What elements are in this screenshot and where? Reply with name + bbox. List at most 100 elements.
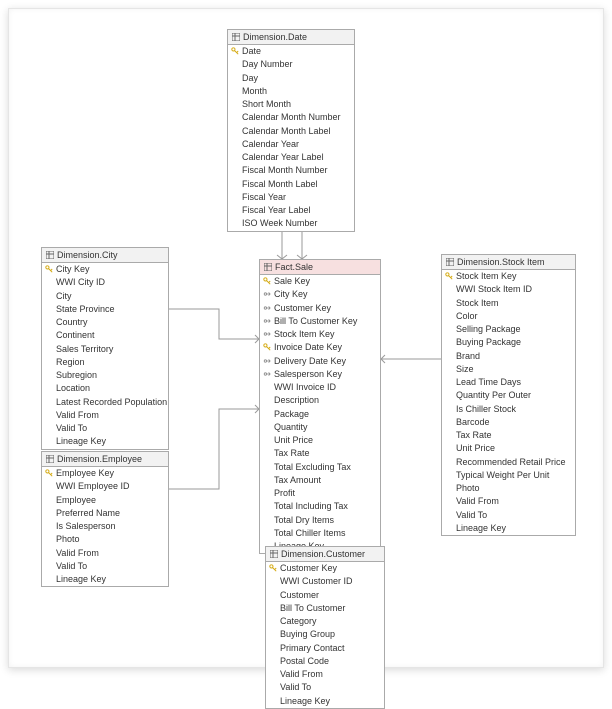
table-column[interactable]: Calendar Month Number [228, 111, 354, 124]
table-column[interactable]: Barcode [442, 416, 575, 429]
table-column[interactable]: Tax Rate [260, 447, 380, 460]
table-column[interactable]: Employee [42, 494, 168, 507]
table-column[interactable]: Typical Weight Per Unit [442, 469, 575, 482]
table-column[interactable]: Description [260, 394, 380, 407]
table-column[interactable]: Unit Price [260, 434, 380, 447]
table-column[interactable]: WWI Customer ID [266, 575, 384, 588]
table-column[interactable]: Calendar Month Label [228, 125, 354, 138]
table-column[interactable]: Valid To [442, 509, 575, 522]
table-column[interactable]: Package [260, 408, 380, 421]
table-column[interactable]: Region [42, 356, 168, 369]
table-column[interactable]: Valid From [442, 495, 575, 508]
table-column[interactable]: Valid To [42, 560, 168, 573]
diagram-canvas[interactable]: Dimension.Date DateDay NumberDayMonthSho… [8, 8, 604, 668]
table-column[interactable]: Is Salesperson [42, 520, 168, 533]
entity-dimension-customer[interactable]: Dimension.Customer Customer KeyWWI Custo… [265, 546, 385, 709]
table-column[interactable]: Month [228, 85, 354, 98]
table-column[interactable]: WWI Employee ID [42, 480, 168, 493]
table-column[interactable]: Fiscal Year Label [228, 204, 354, 217]
table-column[interactable]: Fiscal Month Label [228, 178, 354, 191]
table-column[interactable]: Day [228, 72, 354, 85]
table-column[interactable]: Selling Package [442, 323, 575, 336]
table-column[interactable]: Valid To [42, 422, 168, 435]
table-column[interactable]: Recommended Retail Price [442, 456, 575, 469]
table-column[interactable]: Continent [42, 329, 168, 342]
table-column[interactable]: Total Dry Items [260, 514, 380, 527]
table-column[interactable]: Lead Time Days [442, 376, 575, 389]
entity-dimension-city[interactable]: Dimension.City City KeyWWI City IDCitySt… [41, 247, 169, 450]
table-column[interactable]: Brand [442, 350, 575, 363]
table-column[interactable]: Valid From [42, 409, 168, 422]
table-column[interactable]: City [42, 290, 168, 303]
table-column[interactable]: Country [42, 316, 168, 329]
table-column[interactable]: Color [442, 310, 575, 323]
table-column[interactable]: Invoice Date Key [260, 341, 380, 354]
entity-header[interactable]: Dimension.Customer [266, 547, 384, 562]
table-column[interactable]: Quantity [260, 421, 380, 434]
table-column[interactable]: WWI Invoice ID [260, 381, 380, 394]
table-column[interactable]: Bill To Customer [266, 602, 384, 615]
entity-header[interactable]: Dimension.Date [228, 30, 354, 45]
table-column[interactable]: Total Chiller Items [260, 527, 380, 540]
table-column[interactable]: Stock Item Key [442, 270, 575, 283]
table-column[interactable]: Calendar Year [228, 138, 354, 151]
table-column[interactable]: Unit Price [442, 442, 575, 455]
table-column[interactable]: Is Chiller Stock [442, 403, 575, 416]
table-column[interactable]: ISO Week Number [228, 217, 354, 230]
entity-header[interactable]: Dimension.Stock Item [442, 255, 575, 270]
table-column[interactable]: Customer [266, 589, 384, 602]
entity-fact-sale[interactable]: Fact.Sale Sale KeyCity KeyCustomer KeyBi… [259, 259, 381, 554]
table-column[interactable]: Size [442, 363, 575, 376]
table-column[interactable]: Fiscal Year [228, 191, 354, 204]
table-column[interactable]: Salesperson Key [260, 368, 380, 381]
entity-header[interactable]: Fact.Sale [260, 260, 380, 275]
table-column[interactable]: Valid To [266, 681, 384, 694]
table-column[interactable]: City Key [260, 288, 380, 301]
entity-header[interactable]: Dimension.Employee [42, 452, 168, 467]
table-column[interactable]: Employee Key [42, 467, 168, 480]
table-column[interactable]: Valid From [266, 668, 384, 681]
table-column[interactable]: Delivery Date Key [260, 355, 380, 368]
table-column[interactable]: Category [266, 615, 384, 628]
entity-dimension-employee[interactable]: Dimension.Employee Employee KeyWWI Emplo… [41, 451, 169, 587]
table-column[interactable]: Buying Group [266, 628, 384, 641]
table-column[interactable]: Sale Key [260, 275, 380, 288]
table-column[interactable]: Stock Item Key [260, 328, 380, 341]
table-column[interactable]: Total Excluding Tax [260, 461, 380, 474]
table-column[interactable]: Buying Package [442, 336, 575, 349]
table-column[interactable]: Subregion [42, 369, 168, 382]
table-column[interactable]: Valid From [42, 547, 168, 560]
table-column[interactable]: Latest Recorded Population [42, 396, 168, 409]
table-column[interactable]: Tax Amount [260, 474, 380, 487]
table-column[interactable]: Customer Key [266, 562, 384, 575]
table-column[interactable]: Photo [442, 482, 575, 495]
table-column[interactable]: WWI Stock Item ID [442, 283, 575, 296]
table-column[interactable]: State Province [42, 303, 168, 316]
table-column[interactable]: Lineage Key [42, 573, 168, 586]
table-column[interactable]: City Key [42, 263, 168, 276]
table-column[interactable]: Profit [260, 487, 380, 500]
table-column[interactable]: Lineage Key [442, 522, 575, 535]
table-column[interactable]: Short Month [228, 98, 354, 111]
table-column[interactable]: Day Number [228, 58, 354, 71]
table-column[interactable]: Fiscal Month Number [228, 164, 354, 177]
table-column[interactable]: Location [42, 382, 168, 395]
table-column[interactable]: Lineage Key [42, 435, 168, 448]
entity-header[interactable]: Dimension.City [42, 248, 168, 263]
table-column[interactable]: Primary Contact [266, 642, 384, 655]
table-column[interactable]: Calendar Year Label [228, 151, 354, 164]
table-column[interactable]: Postal Code [266, 655, 384, 668]
table-column[interactable]: Lineage Key [266, 695, 384, 708]
table-column[interactable]: Bill To Customer Key [260, 315, 380, 328]
table-column[interactable]: Customer Key [260, 302, 380, 315]
table-column[interactable]: Stock Item [442, 297, 575, 310]
table-column[interactable]: Sales Territory [42, 343, 168, 356]
table-column[interactable]: Photo [42, 533, 168, 546]
entity-dimension-date[interactable]: Dimension.Date DateDay NumberDayMonthSho… [227, 29, 355, 232]
entity-dimension-stock-item[interactable]: Dimension.Stock Item Stock Item KeyWWI S… [441, 254, 576, 536]
table-column[interactable]: Date [228, 45, 354, 58]
table-column[interactable]: Preferred Name [42, 507, 168, 520]
table-column[interactable]: Total Including Tax [260, 500, 380, 513]
table-column[interactable]: Quantity Per Outer [442, 389, 575, 402]
table-column[interactable]: WWI City ID [42, 276, 168, 289]
